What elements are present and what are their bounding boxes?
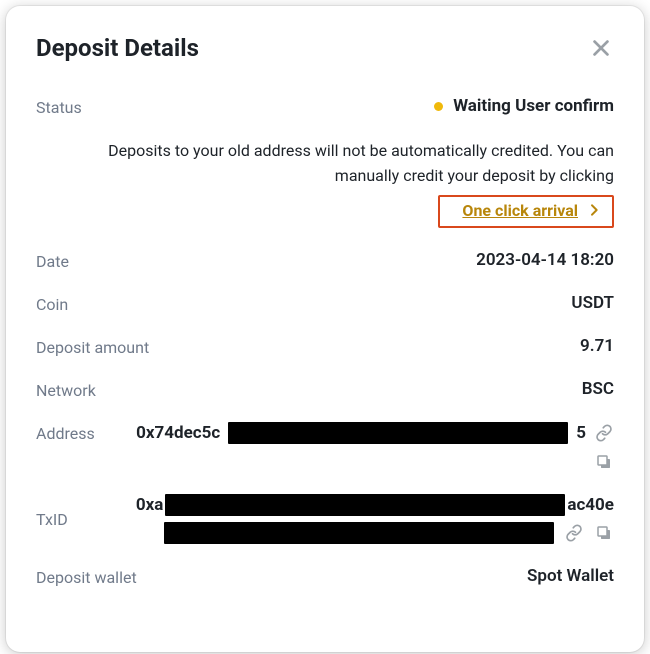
address-label: Address	[36, 422, 95, 443]
network-value: BSC	[116, 379, 614, 399]
address-link-button[interactable]	[594, 423, 614, 443]
address-redacted	[228, 422, 568, 444]
txid-label: TxID	[36, 508, 68, 529]
txid-redacted-2	[164, 522, 554, 544]
date-label: Date	[36, 250, 69, 271]
deposit-details-modal: Deposit Details Status Waiting User conf…	[6, 6, 644, 652]
address-copy-button[interactable]	[594, 452, 614, 472]
copy-icon	[595, 524, 613, 542]
copy-icon	[595, 453, 613, 471]
link-icon	[565, 524, 583, 542]
one-click-arrival-highlight: One click arrival	[438, 195, 614, 228]
txid-suffix: ac40e	[567, 495, 614, 515]
link-icon	[595, 424, 613, 442]
close-button[interactable]	[588, 35, 614, 61]
notice-text: Deposits to your old address will not be…	[36, 139, 614, 189]
txid-link-button[interactable]	[564, 523, 584, 543]
status-label: Status	[36, 96, 82, 117]
txid-copy-button[interactable]	[594, 523, 614, 543]
address-suffix: 5	[576, 423, 586, 443]
network-label: Network	[36, 379, 96, 400]
coin-label: Coin	[36, 293, 68, 314]
txid-redacted	[165, 494, 565, 516]
coin-value: USDT	[88, 293, 614, 313]
address-prefix: 0x74dec5c	[136, 423, 220, 443]
status-text: Waiting User confirm	[453, 96, 614, 116]
chevron-right-icon	[586, 202, 602, 218]
txid-prefix: 0xa	[136, 495, 164, 515]
deposit-wallet-value: Spot Wallet	[157, 566, 614, 586]
status-value: Waiting User confirm	[102, 96, 614, 116]
one-click-arrival-link[interactable]: One click arrival	[462, 201, 578, 220]
deposit-wallet-label: Deposit wallet	[36, 566, 137, 587]
deposit-amount-value: 9.71	[169, 336, 614, 356]
close-icon	[590, 37, 612, 59]
date-value: 2023-04-14 18:20	[89, 250, 614, 270]
status-dot-icon	[434, 102, 443, 111]
modal-title: Deposit Details	[36, 34, 199, 62]
deposit-amount-label: Deposit amount	[36, 336, 149, 357]
